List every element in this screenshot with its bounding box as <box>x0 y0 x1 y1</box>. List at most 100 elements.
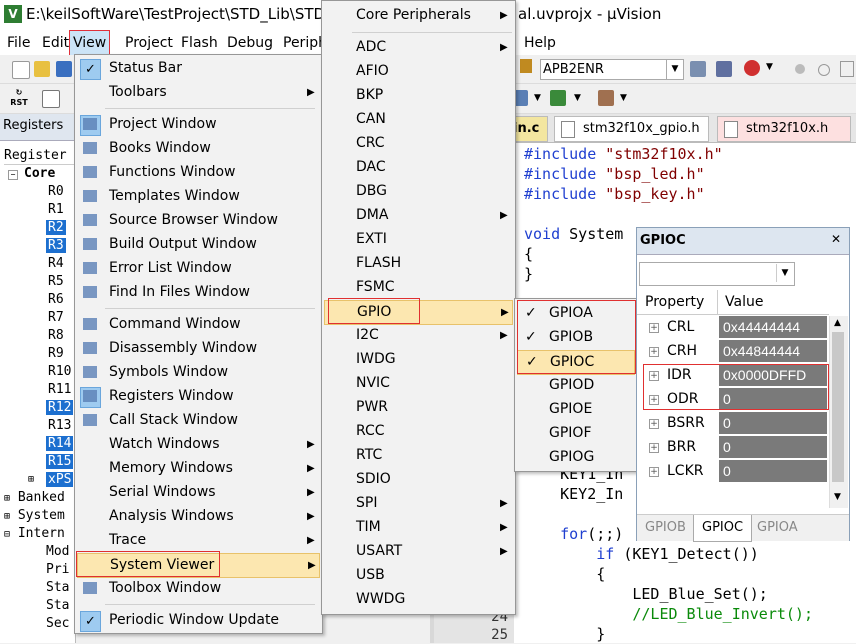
register-row[interactable]: R5 <box>0 273 75 291</box>
menu-project[interactable]: Project <box>122 33 176 53</box>
new-file-icon[interactable] <box>12 61 30 79</box>
view-menu-item[interactable]: Toolbox Window <box>77 577 318 600</box>
menu-debug[interactable]: Debug <box>224 33 276 53</box>
view-menu-item[interactable]: Find In Files Window <box>77 281 318 304</box>
reset-icon[interactable]: ↻ RST <box>8 88 30 108</box>
expand-icon[interactable]: ⊞ <box>28 471 34 489</box>
tab-stm32f10x-h[interactable]: stm32f10x.h <box>717 116 851 142</box>
view-menu-item[interactable]: Command Window <box>77 313 318 336</box>
property-value[interactable]: 0x0000DFFD <box>719 364 827 386</box>
manage-icon[interactable] <box>716 61 732 77</box>
property-value[interactable]: 0 <box>719 460 827 482</box>
view-menu-item[interactable]: Templates Window <box>77 185 318 208</box>
view-menu-item[interactable]: Functions Window <box>77 161 318 184</box>
expand-icon[interactable]: + <box>649 419 659 429</box>
system-viewer-item[interactable]: GPIO ▶ <box>324 300 513 325</box>
tab-gpioc[interactable]: GPIOC <box>693 515 753 542</box>
system-viewer-item[interactable]: USB <box>324 564 511 587</box>
view-menu-item[interactable]: Analysis Windows ▶ <box>77 505 318 528</box>
view-menu-item[interactable]: Memory Windows ▶ <box>77 457 318 480</box>
system-viewer-item[interactable]: WWDG <box>324 588 511 611</box>
view-menu-item[interactable]: Disassembly Window <box>77 337 318 360</box>
system-group[interactable]: ⊞ System <box>0 507 65 525</box>
register-property-row[interactable]: + ODR 0 <box>637 388 829 411</box>
chevron-down-icon[interactable]: ▼ <box>776 264 793 282</box>
register-row[interactable]: R9 <box>0 345 75 363</box>
expand-icon[interactable]: + <box>649 467 659 477</box>
internal-sub-row[interactable]: Pri <box>46 561 69 579</box>
close-icon[interactable]: ✕ <box>831 232 841 246</box>
scrollbar-thumb[interactable] <box>832 332 844 482</box>
view-menu-item[interactable]: Books Window <box>77 137 318 160</box>
system-viewer-item[interactable]: BKP <box>324 84 511 107</box>
view-menu-item[interactable]: Serial Windows ▶ <box>77 481 318 504</box>
internal-sub-row[interactable]: Sta <box>46 579 69 597</box>
tab-stm32f10x-gpio-h[interactable]: stm32f10x_gpio.h <box>554 116 709 142</box>
system-viewer-item[interactable]: NVIC <box>324 372 511 395</box>
tab-gpioa[interactable]: GPIOA <box>749 515 806 541</box>
tab-gpiob[interactable]: GPIOB <box>637 515 694 541</box>
gpio-menu-item[interactable]: ✓ GPIOA <box>517 302 633 325</box>
property-value[interactable]: 0 <box>719 436 827 458</box>
gpioc-titlebar[interactable]: GPIOC ✕ <box>637 228 849 255</box>
view-menu-item[interactable]: Toolbars ▶ <box>77 81 318 104</box>
view-menu-item[interactable]: Trace ▶ <box>77 529 318 552</box>
code-line[interactable]: #include "bsp_key.h" <box>524 184 705 204</box>
menu-edit[interactable]: Edit <box>39 33 72 53</box>
chevron-down-icon[interactable]: ▼ <box>766 62 773 72</box>
system-viewer-item[interactable]: CAN <box>324 108 511 131</box>
internal-group[interactable]: ⊟ Intern <box>0 525 65 543</box>
breakpoint-icon[interactable] <box>795 64 805 74</box>
register-row[interactable]: R14 <box>0 435 75 453</box>
collapse-icon[interactable]: − <box>8 170 18 180</box>
system-viewer-item[interactable]: RCC <box>324 420 511 443</box>
gpio-menu-item[interactable]: GPIOG <box>517 446 633 469</box>
save-icon[interactable] <box>56 61 72 77</box>
register-property-row[interactable]: + CRL 0x44444444 <box>637 316 829 339</box>
tools-icon[interactable] <box>598 90 614 106</box>
register-row[interactable]: R3 <box>0 237 75 255</box>
register-property-row[interactable]: + CRH 0x44844444 <box>637 340 829 363</box>
register-row[interactable]: R1 <box>0 201 75 219</box>
internal-sub-row[interactable]: Mod <box>46 543 69 561</box>
system-viewer-item[interactable]: EXTI <box>324 228 511 251</box>
view-menu-item[interactable]: Build Output Window <box>77 233 318 256</box>
system-viewer-item[interactable]: I2C ▶ <box>324 324 511 347</box>
register-row[interactable]: R11 <box>0 381 75 399</box>
property-value[interactable]: 0 <box>719 412 827 434</box>
property-value[interactable]: 0x44844444 <box>719 340 827 362</box>
view-menu-item[interactable]: Project Window <box>77 113 318 136</box>
system-viewer-item[interactable]: TIM ▶ <box>324 516 511 539</box>
register-row[interactable]: R4 <box>0 255 75 273</box>
system-viewer-item[interactable]: RTC <box>324 444 511 467</box>
breakpoint-kill-icon[interactable] <box>840 61 854 77</box>
code-line[interactable]: #include "stm32f10x.h" <box>524 144 723 164</box>
system-viewer-item[interactable]: USART ▶ <box>324 540 511 563</box>
chevron-down-icon[interactable]: ▼ <box>574 93 581 103</box>
property-value[interactable]: 0 <box>719 388 827 410</box>
options-icon[interactable] <box>690 61 706 77</box>
system-viewer-item[interactable]: IWDG <box>324 348 511 371</box>
view-menu-item[interactable]: Source Browser Window <box>77 209 318 232</box>
view-menu-item[interactable]: Registers Window <box>77 385 318 408</box>
target-combo[interactable]: APB2ENR <box>540 59 668 80</box>
gpio-menu-item[interactable]: GPIOE <box>517 398 633 421</box>
debug-start-icon[interactable] <box>744 60 760 76</box>
expand-icon[interactable]: + <box>649 371 659 381</box>
scrollbar[interactable]: ▲ ▼ <box>829 316 848 508</box>
register-row[interactable]: R12 <box>0 399 75 417</box>
scroll-down-icon[interactable]: ▼ <box>834 492 841 502</box>
view-menu-item[interactable]: Error List Window <box>77 257 318 280</box>
view-menu-item[interactable]: ✓ Status Bar <box>77 57 318 80</box>
system-viewer-item[interactable]: Core Peripherals ▶ <box>324 4 511 27</box>
chevron-down-icon[interactable]: ▼ <box>666 59 684 80</box>
register-row[interactable]: R0 <box>0 183 75 201</box>
register-property-row[interactable]: + BSRR 0 <box>637 412 829 435</box>
system-viewer-item[interactable]: PWR <box>324 396 511 419</box>
gpio-menu-item[interactable]: GPIOF <box>517 422 633 445</box>
system-viewer-item[interactable]: DBG <box>324 180 511 203</box>
menu-flash[interactable]: Flash <box>178 33 221 53</box>
gpio-menu-item[interactable]: ✓ GPIOC <box>517 350 635 375</box>
system-viewer-item[interactable]: SPI ▶ <box>324 492 511 515</box>
register-row[interactable]: R6 <box>0 291 75 309</box>
